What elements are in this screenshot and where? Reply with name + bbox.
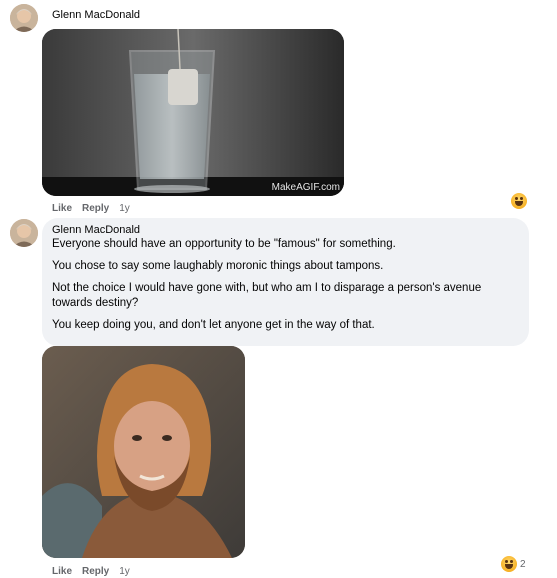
comment-actions: Like Reply 1y [52,203,130,214]
comment-bubble: Glenn MacDonald Everyone should have an … [42,218,529,346]
avatar[interactable] [10,219,38,247]
like-button[interactable]: Like [52,203,72,214]
reaction-count: 2 [520,558,526,570]
haha-emoji-icon [501,556,517,572]
comment-timestamp[interactable]: 1y [119,203,130,214]
gif-image[interactable]: MakeAGIF.com [42,29,344,196]
comment-text: You chose to say some laughably moronic … [52,260,384,272]
like-button[interactable]: Like [52,566,72,577]
comment-timestamp[interactable]: 1y [119,566,130,577]
gif-image[interactable] [42,346,245,558]
comment-text: Not the choice I would have gone with, b… [52,282,482,309]
avatar[interactable] [10,4,38,32]
reply-button[interactable]: Reply [82,566,109,577]
reply-button[interactable]: Reply [82,203,109,214]
comment-actions: Like Reply 1y [52,566,130,577]
haha-emoji-icon [511,193,527,209]
comment-author[interactable]: Glenn MacDonald [52,224,519,236]
comment-text: Everyone should have an opportunity to b… [52,238,396,250]
comment-author[interactable]: Glenn MacDonald [52,9,140,21]
reaction-summary[interactable] [511,193,527,209]
reaction-summary[interactable]: 2 [501,556,526,572]
comment-text: You keep doing you, and don't let anyone… [52,319,375,331]
gif-watermark: MakeAGIF.com [271,182,340,193]
